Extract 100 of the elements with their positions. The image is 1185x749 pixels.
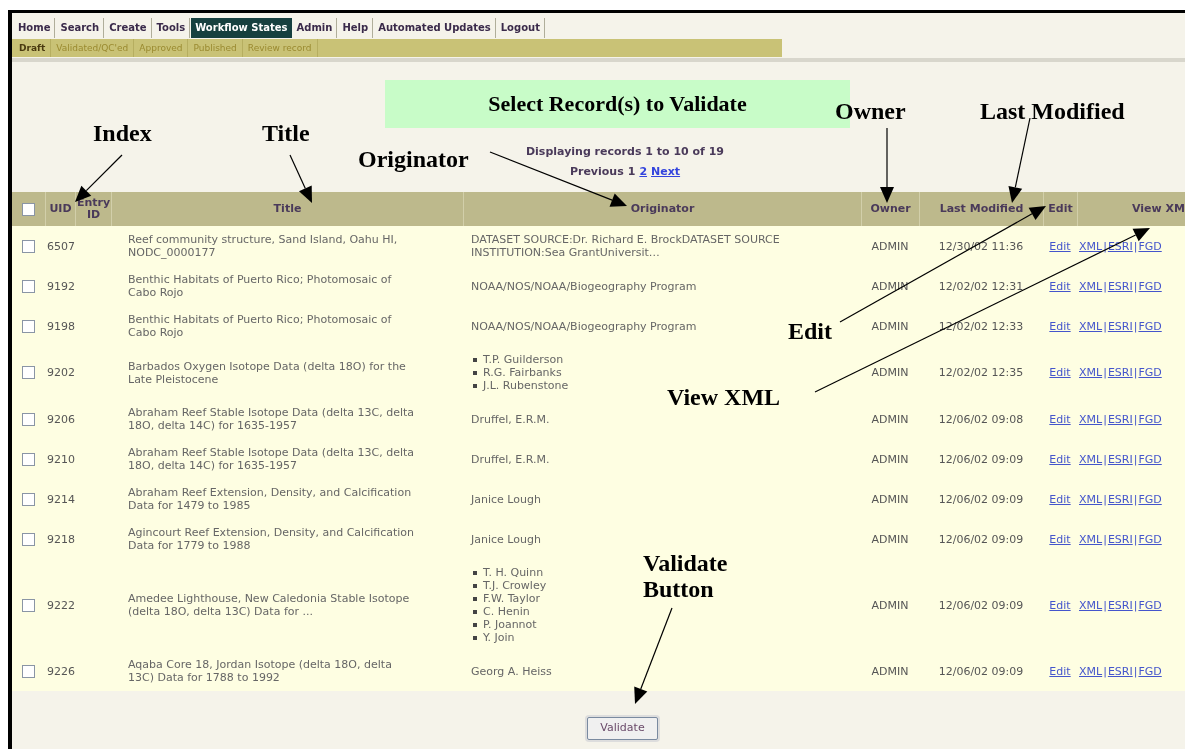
table-cell-text: Druffel, E.R.M.: [471, 412, 551, 426]
view-link[interactable]: FGD: [1138, 598, 1162, 612]
checkbox[interactable]: [22, 319, 35, 333]
checkbox[interactable]: [22, 452, 35, 466]
checkbox[interactable]: [22, 598, 35, 612]
bullet-icon: [473, 583, 477, 588]
edit-link[interactable]: Edit: [1049, 532, 1071, 546]
table-cell: ADMIN: [871, 492, 909, 506]
checkbox[interactable]: [22, 412, 35, 426]
annotation-label: Edit: [788, 318, 833, 344]
table-cell: 9222: [47, 598, 75, 612]
link-separator: |: [1132, 452, 1139, 466]
view-link[interactable]: FGD: [1138, 664, 1162, 678]
view-link[interactable]: FGD: [1138, 412, 1162, 426]
table-cell-text: NOAA/NOS/NOAA/Biogeography Program: [471, 279, 698, 293]
page-link[interactable]: 2: [639, 162, 648, 182]
nav-tab[interactable]: Create: [105, 18, 152, 38]
view-link[interactable]: ESRI: [1107, 664, 1133, 678]
view-link[interactable]: FGD: [1138, 239, 1162, 253]
table-cell: ADMIN: [871, 319, 909, 333]
table-cell: 12/06/02 09:09: [938, 532, 1024, 546]
view-link[interactable]: ESRI: [1107, 492, 1133, 506]
checkbox[interactable]: [22, 366, 35, 379]
view-link[interactable]: XML: [1079, 532, 1103, 546]
view-link[interactable]: XML: [1079, 239, 1103, 253]
view-link[interactable]: ESRI: [1107, 366, 1133, 379]
validate-button[interactable]: Validate: [587, 717, 658, 740]
edit-link[interactable]: Edit: [1049, 664, 1071, 678]
checkbox[interactable]: [22, 532, 35, 546]
edit-link[interactable]: Edit: [1049, 319, 1071, 333]
table-cell-text: NOAA/NOS/NOAA/Biogeography Program: [471, 319, 698, 333]
bullet-icon: [473, 596, 477, 601]
view-link[interactable]: XML: [1079, 452, 1103, 466]
edit-link[interactable]: Edit: [1049, 492, 1071, 506]
view-link[interactable]: FGD: [1138, 452, 1162, 466]
nav-tab[interactable]: Home: [14, 18, 56, 38]
table-cell: 6507: [47, 239, 75, 253]
originator-name: C. Henin: [483, 605, 530, 618]
originator-name: R.G. Fairbanks: [483, 366, 562, 379]
originator-name: J.L. Rubenstone: [483, 379, 569, 392]
subnav-tab[interactable]: Draft: [14, 39, 52, 57]
view-link[interactable]: ESRI: [1107, 319, 1133, 333]
table-cell: ADMIN: [871, 412, 909, 426]
checkbox[interactable]: [22, 492, 35, 506]
edit-link[interactable]: Edit: [1049, 239, 1071, 253]
link-separator: |: [1102, 279, 1108, 293]
checkbox[interactable]: [22, 279, 35, 293]
nav-tab[interactable]: Admin: [292, 18, 338, 38]
view-link[interactable]: XML: [1079, 319, 1103, 333]
view-link[interactable]: FGD: [1138, 279, 1162, 293]
edit-link[interactable]: Edit: [1049, 366, 1071, 379]
link-separator: |: [1132, 239, 1139, 253]
view-link[interactable]: FGD: [1138, 532, 1162, 546]
table-cell-text: Abraham Reef Extension, Density, and Calcification Data for 1479 to 1985: [128, 486, 413, 512]
edit-link[interactable]: Edit: [1049, 598, 1071, 612]
view-link[interactable]: XML: [1079, 598, 1103, 612]
edit-link[interactable]: Edit: [1049, 452, 1071, 466]
view-link[interactable]: ESRI: [1107, 452, 1133, 466]
annotation-label: Last Modified: [980, 98, 1126, 124]
link-separator: |: [1132, 532, 1139, 546]
view-link[interactable]: XML: [1079, 366, 1103, 379]
nav-tab[interactable]: Workflow States: [191, 18, 292, 38]
view-link[interactable]: FGD: [1138, 366, 1162, 379]
view-link[interactable]: ESRI: [1107, 598, 1133, 612]
view-link[interactable]: ESRI: [1107, 412, 1133, 426]
view-link[interactable]: ESRI: [1107, 279, 1133, 293]
table-cell-text: Abraham Reef Stable Isotope Data (delta 13C, delta 18O, delta 14C) for 1635-1957: [128, 446, 416, 472]
view-link[interactable]: XML: [1079, 664, 1103, 678]
table-cell: 9202: [47, 366, 75, 379]
table-cell-text: Benthic Habitats of Puerto Rico; Photomosaic of Cabo Rojo: [128, 273, 393, 299]
view-link[interactable]: ESRI: [1107, 532, 1133, 546]
nav-tab[interactable]: Automated Updates: [374, 18, 496, 38]
edit-link[interactable]: Edit: [1049, 412, 1071, 426]
table-cell: 9206: [47, 412, 75, 426]
table-cell: 12/06/02 09:09: [938, 492, 1024, 506]
nav-tab[interactable]: Help: [338, 18, 374, 38]
table-cell: 9210: [47, 452, 75, 466]
link-separator: |: [1102, 412, 1108, 426]
view-link[interactable]: XML: [1079, 412, 1103, 426]
table-cell-text: Benthic Habitats of Puerto Rico; Photomosaic of Cabo Rojo: [128, 313, 393, 339]
table-cell: 9226: [47, 664, 75, 678]
nav-tab[interactable]: Tools: [152, 18, 191, 38]
table-cell: ADMIN: [871, 532, 909, 546]
checkbox[interactable]: [22, 239, 35, 253]
nav-tab[interactable]: Logout: [496, 18, 545, 38]
column-header: Owner: [870, 203, 911, 215]
column-header: Title: [273, 203, 302, 215]
table-cell: 12/06/02 09:09: [938, 664, 1024, 678]
page-link[interactable]: Next: [651, 162, 681, 182]
edit-link[interactable]: Edit: [1049, 279, 1071, 293]
view-link[interactable]: FGD: [1138, 319, 1162, 333]
checkbox[interactable]: [22, 202, 35, 216]
nav-tab[interactable]: Search: [56, 18, 105, 38]
view-link[interactable]: XML: [1079, 492, 1103, 506]
checkbox[interactable]: [22, 664, 35, 678]
view-link[interactable]: FGD: [1138, 492, 1162, 506]
table-cell-text: Aqaba Core 18, Jordan Isotope (delta 18O, delta 13C) Data for 1788 to 1992: [128, 658, 393, 684]
view-link[interactable]: XML: [1079, 279, 1103, 293]
record-count: Displaying records 1 to 10 of 19: [525, 144, 724, 160]
bullet-icon: [473, 383, 477, 388]
